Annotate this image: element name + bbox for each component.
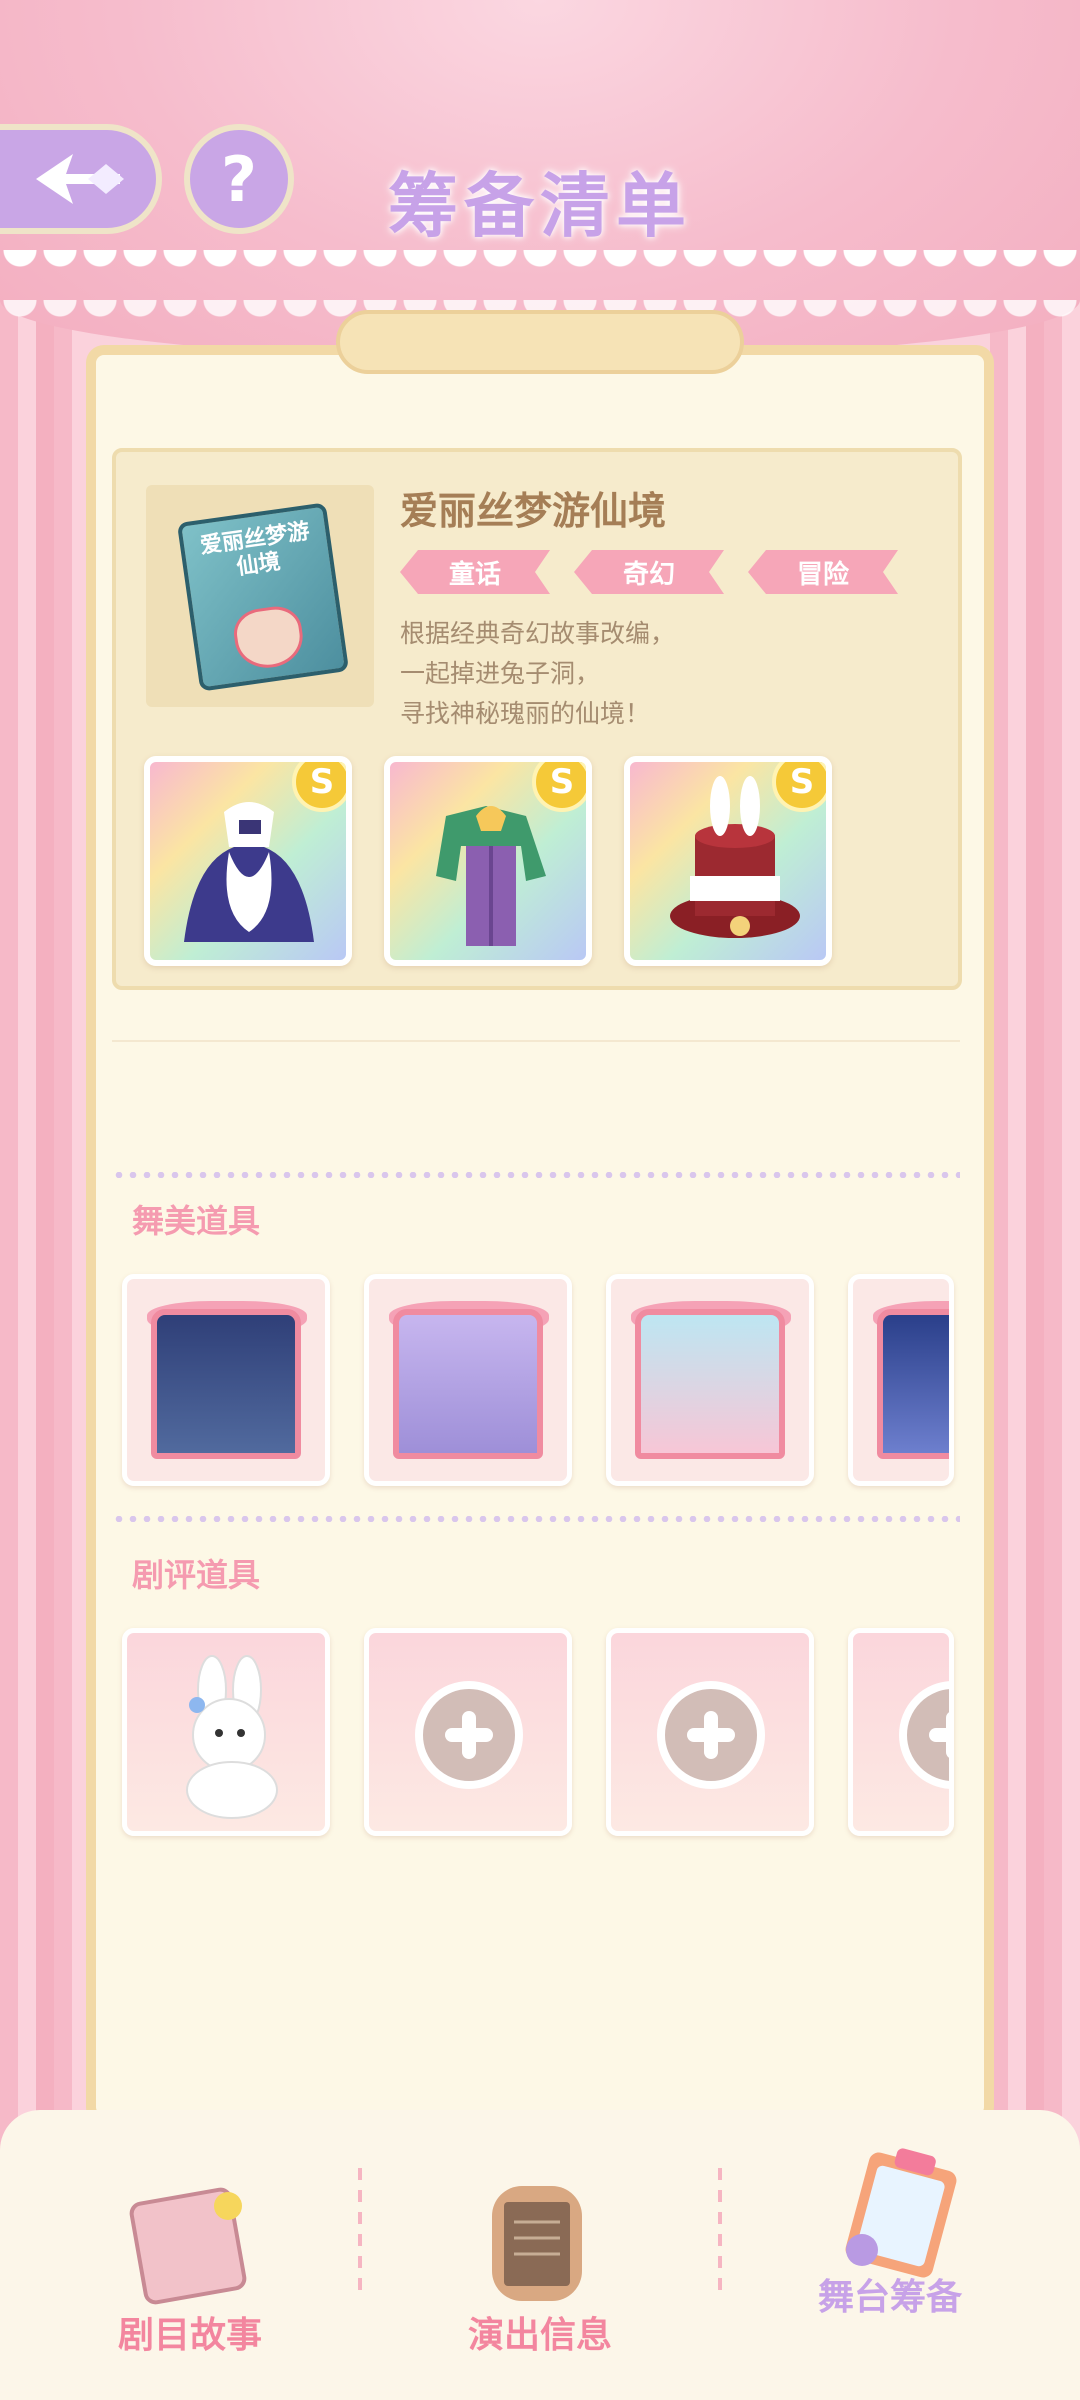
nav-item-performance-info[interactable]: 演出信息 — [390, 2140, 690, 2370]
stage-prop-item[interactable] — [848, 1274, 954, 1486]
review-props-label: 剧评道具 — [132, 1556, 261, 1594]
costume-item-suit[interactable]: S — [384, 756, 592, 966]
coin-badge: S — [292, 762, 346, 812]
night-city-scene-icon — [151, 1309, 301, 1459]
book-cover-title: 爱丽丝梦游仙境 — [198, 519, 312, 581]
nav-item-story[interactable]: 剧目故事 — [40, 2140, 340, 2370]
nav-separator — [358, 2168, 362, 2298]
review-prop-slot[interactable] — [606, 1628, 814, 1836]
info-board-icon — [492, 2186, 582, 2301]
green-suit-icon — [436, 806, 546, 946]
page-title: 筹备清单 — [388, 165, 692, 247]
add-icon — [657, 1681, 765, 1789]
wonderland-scene-icon — [393, 1309, 543, 1459]
coin-badge: S — [772, 762, 826, 812]
tag-fairytale: 童话 — [400, 550, 550, 594]
stage-prop-item[interactable] — [122, 1274, 330, 1486]
panel-header-ornament — [336, 310, 744, 374]
right-curtain — [990, 0, 1080, 2400]
nav-label-stage-prep: 舞台筹备 — [817, 2277, 962, 2318]
divider-dots — [112, 1172, 960, 1178]
divider-line — [112, 1040, 960, 1042]
stage-prop-item[interactable] — [606, 1274, 814, 1486]
add-icon — [899, 1681, 949, 1789]
story-description: 根据经典奇幻故事改编， 一起掉进兔子洞， 寻找神秘瑰丽的仙境！ — [400, 619, 676, 728]
left-curtain — [0, 0, 90, 2400]
costume-item-hat[interactable]: S — [624, 756, 832, 966]
heart-scene-icon — [635, 1309, 785, 1459]
rabbit-heart-icon — [230, 603, 307, 673]
divider-dots — [112, 1516, 960, 1522]
bunny-plush-icon — [186, 1655, 278, 1819]
clipboard-icon — [845, 2148, 957, 2278]
nav-separator — [718, 2168, 722, 2298]
review-prop-slot[interactable] — [364, 1628, 572, 1836]
lace-trim — [0, 250, 1080, 290]
coin-badge: S — [532, 762, 586, 812]
tag-adventure: 冒险 — [748, 550, 898, 594]
nav-item-stage-prep[interactable]: 舞台筹备 — [740, 2140, 1040, 2370]
nav-label-performance-info: 演出信息 — [467, 2315, 612, 2356]
starry-scene-icon — [877, 1309, 949, 1459]
review-prop-slot[interactable] — [848, 1628, 954, 1836]
nav-label-story: 剧目故事 — [117, 2315, 262, 2356]
story-book-cover[interactable]: 爱丽丝梦游仙境 — [176, 502, 350, 692]
stage-props-label: 舞美道具 — [132, 1202, 261, 1240]
stage-prop-item[interactable] — [364, 1274, 572, 1486]
review-prop-item[interactable] — [122, 1628, 330, 1836]
costume-item-dress[interactable]: S — [144, 756, 352, 966]
add-icon — [415, 1681, 523, 1789]
tag-fantasy: 奇幻 — [574, 550, 724, 594]
blue-dress-icon — [184, 802, 314, 942]
storybook-icon — [129, 2187, 247, 2305]
story-title: 爱丽丝梦游仙境 — [400, 489, 667, 533]
